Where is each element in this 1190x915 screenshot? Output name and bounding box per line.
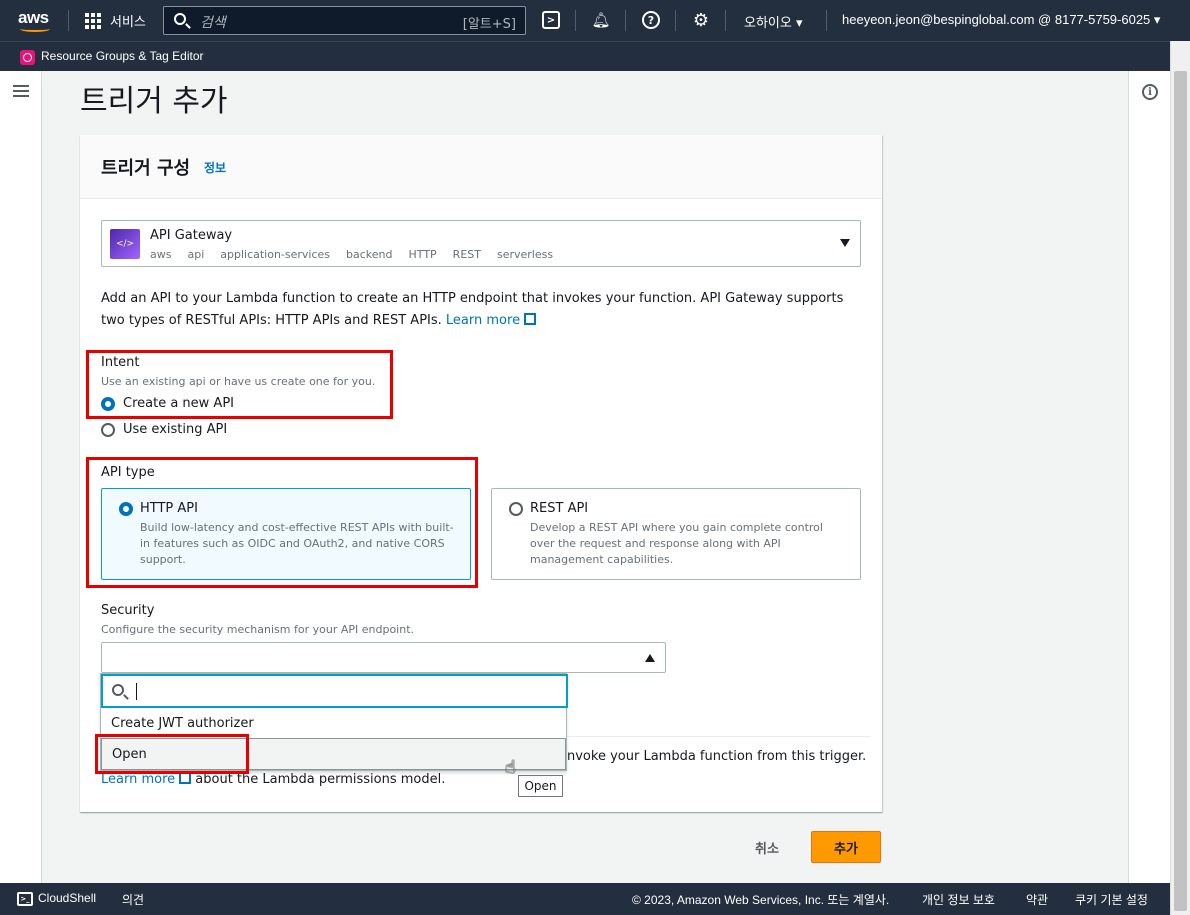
dropdown-filter-input[interactable] <box>101 674 568 708</box>
api-gateway-icon: </> <box>110 229 140 259</box>
permissions-text-line2: Learn more about the Lambda permissions … <box>101 772 446 787</box>
search-placeholder: 검색 <box>200 15 226 31</box>
aws-logo-text: aws <box>18 8 49 27</box>
external-link-icon <box>179 772 192 784</box>
dropdown-option-open[interactable]: Open <box>101 738 566 770</box>
footer-cookies[interactable]: 쿠키 기본 설정 <box>1075 891 1148 908</box>
cloudshell-icon[interactable]: > <box>542 11 560 29</box>
left-navigation-rail <box>0 71 42 883</box>
tag: api <box>187 248 205 261</box>
footer-terms[interactable]: 약관 <box>1026 891 1048 908</box>
global-search-input[interactable]: 검색 [알트+S] <box>163 6 526 35</box>
caret-up-icon <box>645 654 655 662</box>
aws-smile-icon <box>20 26 50 32</box>
security-label: Security <box>101 603 155 618</box>
bell-icon[interactable]: 🔔︎ <box>591 11 610 29</box>
top-navigation: aws 서비스 검색 [알트+S] > 🔔︎ ? ⚙ 오하이오 ▾ heeyeo… <box>0 0 1190 41</box>
intent-create-new-radio[interactable]: Create a new API <box>101 396 234 411</box>
tag: HTTP <box>408 248 437 261</box>
intent-use-existing-radio[interactable]: Use existing API <box>101 422 227 437</box>
account-menu[interactable]: heeyeon.jeon@bespinglobal.com @ 8177-575… <box>842 12 1160 28</box>
tag: aws <box>150 248 172 261</box>
console-footer: >_ CloudShell 의견 © 2023, Amazon Web Serv… <box>0 883 1170 915</box>
hand-cursor-icon: ☝ <box>505 757 516 778</box>
right-help-rail: i <box>1128 71 1170 883</box>
aws-logo[interactable]: aws <box>18 8 52 34</box>
services-grid-icon[interactable] <box>85 13 101 29</box>
external-link-icon <box>524 313 537 325</box>
cancel-button[interactable]: 취소 <box>743 832 791 862</box>
panel-title: 트리거 구성 <box>101 158 191 179</box>
radio-unselected[interactable] <box>509 502 523 516</box>
favorite-resource-groups[interactable]: Resource Groups & Tag Editor <box>41 49 204 63</box>
http-api-option[interactable]: HTTP API Build low-latency and cost-effe… <box>101 488 471 580</box>
rest-api-option[interactable]: REST API Develop a REST API where you ga… <box>491 488 861 580</box>
intent-description: Use an existing api or have us create on… <box>101 375 376 388</box>
gear-icon[interactable]: ⚙ <box>692 10 710 31</box>
hamburger-icon[interactable] <box>13 85 29 97</box>
trigger-source-select[interactable]: </> API Gateway aws api application-serv… <box>101 220 861 267</box>
panel-header: 트리거 구성 정보 <box>80 135 882 199</box>
search-icon <box>174 13 186 25</box>
nav-divider <box>725 10 726 31</box>
http-api-description: Build low-latency and cost-effective RES… <box>140 521 454 566</box>
nav-divider <box>68 10 69 31</box>
nav-divider <box>625 10 626 31</box>
security-select[interactable] <box>101 642 666 673</box>
radio-selected[interactable] <box>101 396 115 411</box>
search-shortcut: [알트+S] <box>462 17 516 32</box>
security-description: Configure the security mechanism for you… <box>101 623 415 636</box>
security-dropdown: Create JWT authorizer Open <box>100 673 568 771</box>
intent-label: Intent <box>101 355 140 370</box>
add-button[interactable]: 추가 <box>811 831 881 863</box>
resource-groups-icon <box>20 50 35 65</box>
trigger-tags: aws api application-services backend HTT… <box>150 248 553 261</box>
cloudshell-icon[interactable]: >_ <box>17 892 33 906</box>
tag: application-services <box>220 248 331 261</box>
api-type-label: API type <box>101 465 155 480</box>
nav-divider <box>675 10 676 31</box>
nav-divider <box>826 10 827 31</box>
tag: serverless <box>496 248 554 261</box>
tag: backend <box>346 248 393 261</box>
info-icon[interactable]: i <box>1142 84 1158 100</box>
search-icon <box>112 684 124 696</box>
footer-feedback[interactable]: 의견 <box>122 891 144 908</box>
scrollbar-thumb[interactable] <box>1174 71 1187 911</box>
info-link[interactable]: 정보 <box>204 159 226 176</box>
page-scrollbar[interactable] <box>1170 41 1190 915</box>
radio-unselected[interactable] <box>101 422 115 437</box>
http-api-title: HTTP API <box>140 501 198 516</box>
dropdown-option-create-jwt[interactable]: Create JWT authorizer <box>101 708 566 740</box>
permissions-text: nvoke your Lambda function from this tri… <box>567 749 867 764</box>
option-tooltip: Open <box>518 775 563 797</box>
rest-api-description: Develop a REST API where you gain comple… <box>530 521 823 566</box>
footer-cloudshell[interactable]: CloudShell <box>38 891 96 905</box>
learn-more-link[interactable]: Learn more <box>446 313 537 328</box>
services-menu[interactable]: 서비스 <box>110 11 146 30</box>
footer-privacy[interactable]: 개인 정보 보호 <box>922 891 995 908</box>
trigger-source-name: API Gateway <box>150 228 233 243</box>
region-selector[interactable]: 오하이오 ▾ <box>744 12 803 31</box>
nav-divider <box>575 10 576 31</box>
text-cursor <box>136 683 137 700</box>
favorites-bar: Resource Groups & Tag Editor <box>0 41 1190 71</box>
radio-label: Create a new API <box>123 396 234 411</box>
page-title: 트리거 추가 <box>80 84 228 119</box>
permissions-learn-more-link[interactable]: Learn more <box>101 772 192 787</box>
radio-label: Use existing API <box>123 422 228 437</box>
help-icon[interactable]: ? <box>642 11 660 29</box>
caret-down-icon <box>840 239 850 247</box>
trigger-description: Add an API to your Lambda function to cr… <box>101 288 863 332</box>
rest-api-title: REST API <box>530 501 589 516</box>
tag: REST <box>452 248 481 261</box>
footer-copyright: © 2023, Amazon Web Services, Inc. 또는 계열사… <box>632 893 890 907</box>
radio-selected[interactable] <box>119 502 133 516</box>
